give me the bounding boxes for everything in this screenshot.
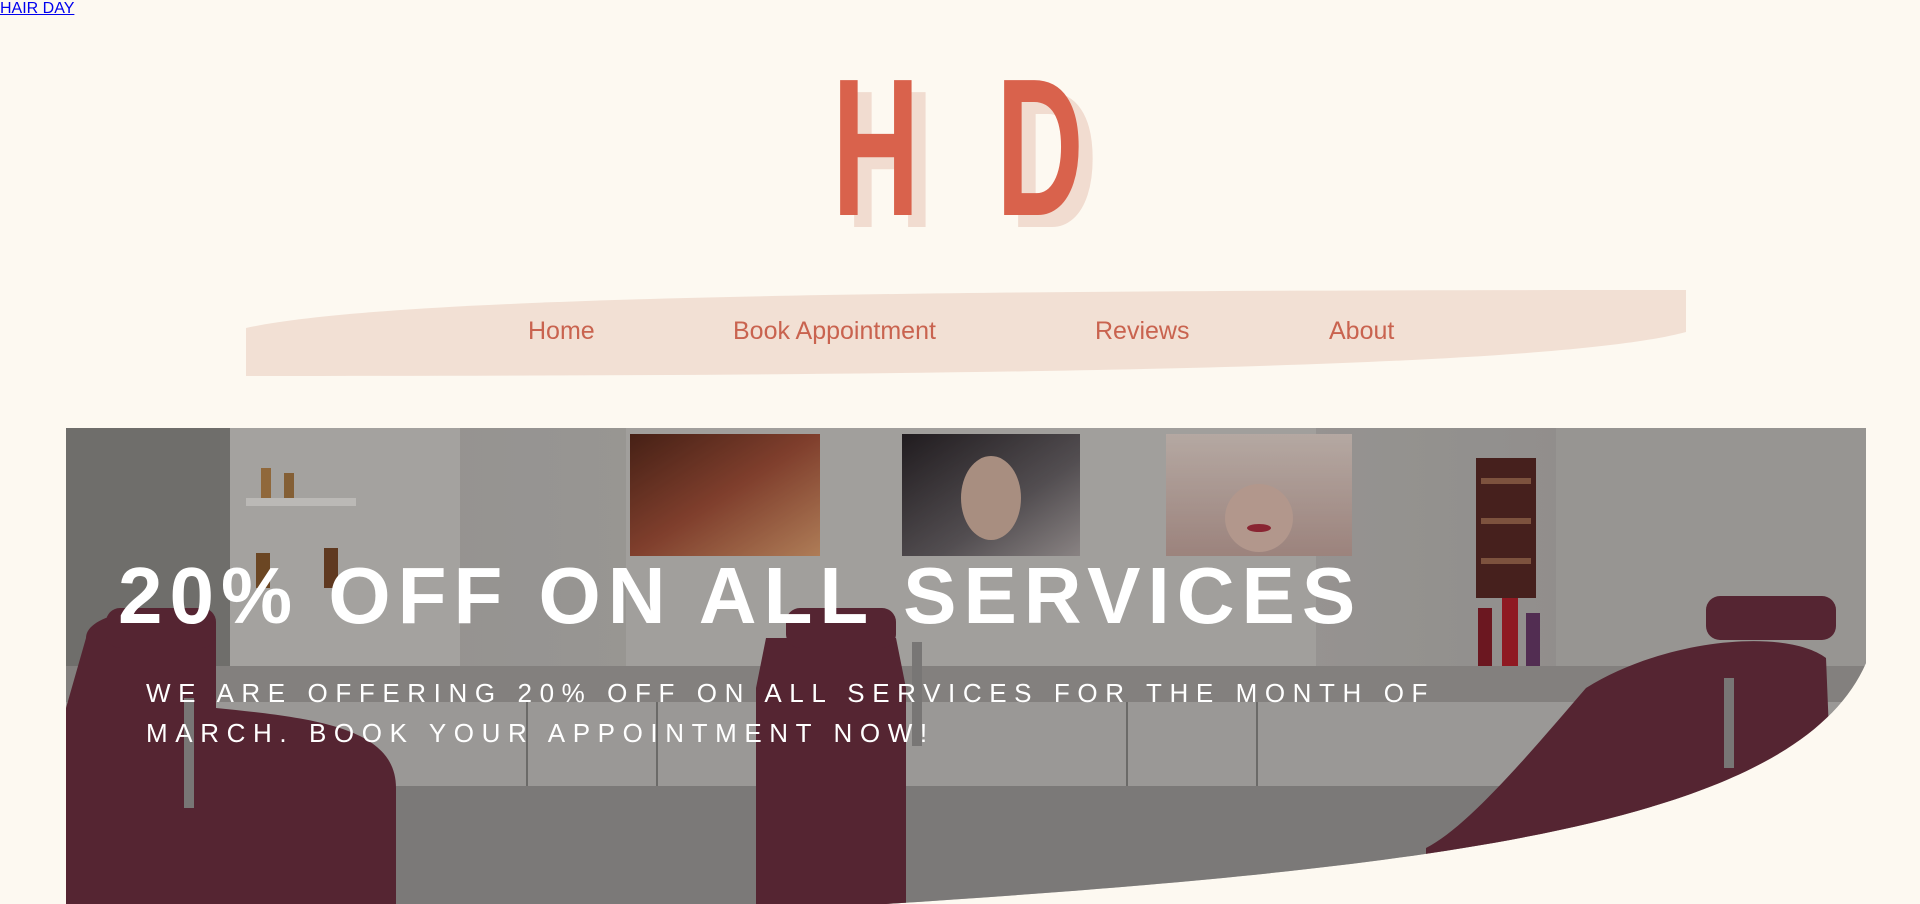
hair-day-logo: H H D D [832,38,1102,258]
logo-tagline: HAIR DAY [0,0,75,17]
hero-subtitle: WE ARE OFFERING 20% OFF ON ALL SERVICES … [146,678,1436,748]
nav-item-reviews[interactable]: Reviews [1095,317,1189,346]
main-nav: Home Book Appointment Reviews About [246,290,1686,376]
nav-item-book-appointment[interactable]: Book Appointment [733,317,936,346]
logo-link[interactable]: H H D D HAIR DAY [0,0,1098,258]
salon-interior-image [66,428,1866,904]
logo-letter-d: D [996,38,1084,257]
nav-item-home[interactable]: Home [528,317,595,346]
nav-item-about[interactable]: About [1329,317,1394,346]
nav-background-shape [246,290,1686,376]
promo-hero: 20% OFF ON ALL SERVICES WE ARE OFFERING … [66,428,1866,904]
logo-letter-h: H [832,38,920,257]
page: H H D D HAIR DAY Home Book Appointment R… [0,0,1920,904]
hero-title: 20% OFF ON ALL SERVICES [118,551,1363,640]
